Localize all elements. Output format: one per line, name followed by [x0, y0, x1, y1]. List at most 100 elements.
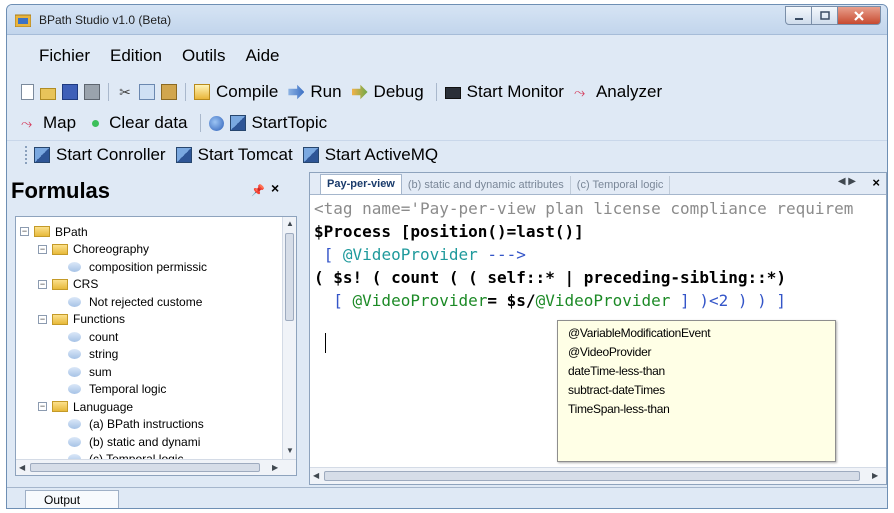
- folder-icon: [34, 226, 50, 238]
- collapse-toggle-icon[interactable]: −: [38, 279, 47, 289]
- start-monitor-button[interactable]: Start Monitor: [444, 82, 564, 102]
- tree-vertical-thumb[interactable]: [285, 233, 294, 321]
- collapse-toggle-icon[interactable]: −: [38, 314, 47, 324]
- main-toolbar: ✂ Compile Run Debug Start Monitor ⤳ Analy…: [7, 78, 887, 106]
- autocomplete-item[interactable]: @VideoProvider: [568, 343, 835, 362]
- tab-output[interactable]: Output: [25, 490, 119, 508]
- code-token: @VideoProvider: [352, 291, 488, 310]
- autocomplete-item[interactable]: dateTime-less-than: [568, 362, 835, 381]
- clear-data-label: Clear data: [109, 113, 188, 132]
- formula-icon: [68, 384, 81, 395]
- start-activemq-button[interactable]: Start ActiveMQ: [302, 144, 439, 165]
- formula-icon: [68, 436, 81, 447]
- scroll-right-icon[interactable]: ▶: [272, 463, 278, 472]
- toolbar-separator: [185, 83, 186, 101]
- start-topic-button[interactable]: StartTopic: [229, 113, 327, 133]
- app-icon: [15, 14, 31, 27]
- tree-folder-node[interactable]: − Choreography: [16, 241, 286, 259]
- tree-leaf-node[interactable]: string: [16, 346, 286, 364]
- tree-horizontal-scrollbar[interactable]: ◀ ▶: [16, 459, 296, 475]
- paste-icon[interactable]: [161, 84, 177, 100]
- pane-close-icon[interactable]: ×: [271, 180, 279, 196]
- autocomplete-item[interactable]: TimeSpan-less-than: [568, 400, 835, 419]
- tree-node-label: (b) static and dynami: [89, 434, 201, 449]
- tree-leaf-node[interactable]: Temporal logic: [16, 381, 286, 399]
- start-monitor-label: Start Monitor: [466, 82, 564, 101]
- save-icon[interactable]: [62, 84, 78, 100]
- formulas-pane: Formulas 📌 × − BPath − Choreography composit…: [7, 172, 303, 485]
- tree-node-label: string: [89, 347, 119, 362]
- start-controller-label: Start Conroller: [56, 144, 166, 164]
- tree-folder-node[interactable]: − Functions: [16, 311, 286, 329]
- editor-horizontal-thumb[interactable]: [324, 471, 860, 481]
- menu-aide[interactable]: Aide: [235, 43, 289, 69]
- tree-leaf-node[interactable]: (b) static and dynami: [16, 433, 286, 451]
- start-activemq-label: Start ActiveMQ: [324, 144, 439, 164]
- text-caret: [325, 333, 326, 353]
- tab-close-icon[interactable]: ×: [872, 175, 880, 190]
- tab-pay-per-view[interactable]: Pay-per-view: [320, 174, 402, 194]
- tree-leaf-node[interactable]: (a) BPath instructions: [16, 416, 286, 434]
- tree-leaf-node[interactable]: count: [16, 328, 286, 346]
- new-document-icon[interactable]: [21, 84, 34, 100]
- cut-icon[interactable]: ✂: [117, 84, 133, 100]
- tree-node-label: Functions: [73, 312, 126, 327]
- collapse-toggle-icon[interactable]: −: [20, 227, 29, 237]
- pin-icon[interactable]: 📌: [251, 184, 265, 197]
- tree-vertical-scrollbar[interactable]: ▲ ▼: [282, 217, 296, 460]
- open-folder-icon[interactable]: [40, 87, 56, 100]
- scroll-right-icon[interactable]: ▶: [872, 471, 878, 480]
- analyzer-button[interactable]: ⤳ Analyzer: [574, 82, 662, 102]
- scroll-left-icon[interactable]: ◀: [313, 471, 319, 480]
- tab-scroll-arrows-icon[interactable]: ◀ ▶: [838, 176, 856, 187]
- run-label: Run: [310, 82, 342, 101]
- tab-static-dynamic[interactable]: (b) static and dynamic attributes: [402, 176, 571, 194]
- close-button[interactable]: [837, 6, 881, 25]
- map-button[interactable]: ⤳ Map: [21, 113, 76, 133]
- tree-leaf-node[interactable]: Not rejected custome: [16, 293, 286, 311]
- start-activemq-icon: [302, 146, 319, 163]
- toolbar-grip[interactable]: [25, 145, 28, 164]
- menu-edition[interactable]: Edition: [100, 43, 172, 69]
- autocomplete-item[interactable]: @VariableModificationEvent: [568, 324, 835, 343]
- tab-temporal-logic[interactable]: (c) Temporal logic: [571, 176, 671, 194]
- analyzer-icon: ⤳: [573, 84, 586, 100]
- compile-button[interactable]: Compile: [194, 82, 278, 102]
- code-area[interactable]: <tag name='Pay-per-view plan license com…: [314, 197, 886, 312]
- code-token: @VideoProvider: [535, 291, 671, 310]
- tree-leaf-node[interactable]: sum: [16, 363, 286, 381]
- help-icon[interactable]: [208, 115, 224, 131]
- scroll-down-icon[interactable]: ▼: [286, 446, 294, 455]
- scroll-up-icon[interactable]: ▲: [286, 219, 294, 228]
- menu-outils[interactable]: Outils: [172, 43, 235, 69]
- compile-icon: [194, 84, 210, 100]
- code-token: [: [314, 245, 343, 264]
- editor-horizontal-scrollbar[interactable]: ◀ ▶: [310, 467, 886, 484]
- code-line-4: ( $s! ( count ( ( self::* | preceding-si…: [314, 268, 787, 287]
- code-token: ] )<2 ) ) ]: [670, 291, 787, 310]
- menu-fichier[interactable]: Fichier: [7, 43, 100, 69]
- copy-icon[interactable]: [139, 84, 155, 100]
- formula-icon: [68, 349, 81, 360]
- tree-folder-node[interactable]: − BPath: [16, 223, 286, 241]
- server-toolbar: Start Conroller Start Tomcat Start Activ…: [7, 140, 887, 168]
- print-icon[interactable]: [84, 84, 100, 100]
- clear-data-button[interactable]: Clear data: [86, 113, 188, 133]
- tree-folder-node[interactable]: − CRS: [16, 276, 286, 294]
- window-controls: [785, 6, 881, 25]
- debug-button[interactable]: Debug: [351, 82, 424, 102]
- code-token: [: [314, 291, 353, 310]
- start-controller-button[interactable]: Start Conroller: [34, 145, 166, 165]
- scroll-left-icon[interactable]: ◀: [19, 463, 25, 472]
- minimize-button[interactable]: [785, 6, 812, 25]
- tree-horizontal-thumb[interactable]: [30, 463, 260, 472]
- maximize-button[interactable]: [811, 6, 838, 25]
- collapse-toggle-icon[interactable]: −: [38, 402, 47, 412]
- tree-leaf-node[interactable]: composition permissic: [16, 258, 286, 276]
- formula-icon: [68, 261, 81, 272]
- start-tomcat-button[interactable]: Start Tomcat: [175, 145, 293, 165]
- autocomplete-item[interactable]: subtract-dateTimes: [568, 381, 835, 400]
- run-button[interactable]: Run: [288, 82, 342, 102]
- tree-folder-node[interactable]: − Lanuguage: [16, 398, 286, 416]
- collapse-toggle-icon[interactable]: −: [38, 244, 47, 254]
